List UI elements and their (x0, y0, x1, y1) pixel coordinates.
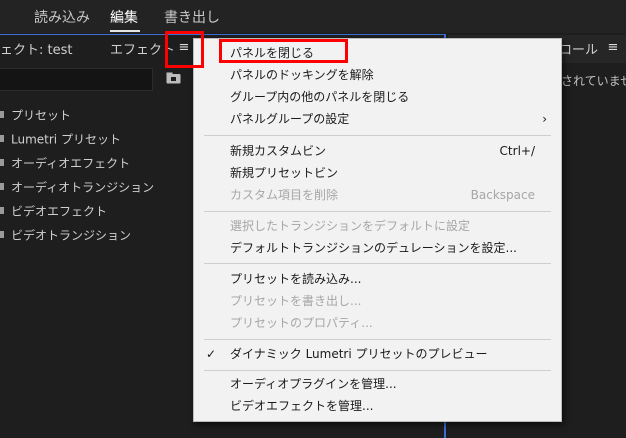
menu-item-set-default-transition-duration[interactable]: デフォルトトランジションのデュレーションを設定... (194, 237, 561, 259)
menu-separator (204, 339, 551, 340)
menu-item-export-presets: プリセットを書き出し... (230, 294, 362, 308)
menu-item-undock-panel[interactable]: パネルのドッキングを解除 (194, 64, 561, 86)
menu-item-new-preset-bin[interactable]: 新規プリセットビン (194, 162, 561, 184)
new-bin-icon[interactable] (166, 72, 181, 84)
menu-separator (204, 263, 551, 264)
menu-item-manage-video-effects[interactable]: ビデオエフェクトを管理... (194, 395, 561, 417)
right-panel-status: されていませ (561, 74, 626, 88)
menu-item-manage-audio-plugins[interactable]: オーディオプラグインを管理... (194, 373, 561, 395)
folder-icon (0, 111, 4, 118)
tab-export[interactable]: 書き出し (164, 7, 220, 27)
menu-item-panel-group-settings[interactable]: パネルグループの設定 › (194, 108, 561, 130)
menu-item-close-other-panels[interactable]: グループ内の他のパネルを閉じる (194, 86, 561, 108)
highlight-box-menu-button (165, 31, 204, 68)
folder-icon (0, 159, 4, 166)
tree-item-presets[interactable]: プリセット (0, 106, 71, 124)
panel-title: ェクト: test (0, 43, 73, 58)
tab-import[interactable]: 読み込み (34, 7, 90, 27)
right-panel-title[interactable]: ロール (559, 39, 598, 58)
shortcut-label: Ctrl+/ (499, 144, 535, 158)
active-tab-indicator (110, 30, 140, 32)
tree-item-lumetri-presets[interactable]: Lumetri プリセット (0, 130, 121, 148)
tree-item-audio-transitions[interactable]: オーディオトランジション (0, 178, 154, 196)
shortcut-label: Backspace (470, 188, 535, 202)
tree-item-audio-effects[interactable]: オーディオエフェクト (0, 154, 130, 172)
folder-icon (0, 183, 4, 190)
menu-item-preset-properties: プリセットのプロパティ... (230, 316, 373, 330)
menu-item-dynamic-lumetri-preview[interactable]: ✓ ダイナミック Lumetri プリセットのプレビュー (194, 343, 561, 365)
hamburger-icon: ≡ (607, 40, 619, 55)
checkmark-icon: ✓ (206, 347, 217, 361)
tree-item-video-effects[interactable]: ビデオエフェクト (0, 202, 107, 220)
right-panel-menu-button[interactable]: ≡ (604, 38, 622, 58)
workspace-tab-bar (0, 0, 626, 33)
highlight-box-close-panel (219, 39, 348, 63)
menu-item-delete-custom-item: カスタム項目を削除 Backspace (194, 184, 561, 206)
menu-item-import-presets[interactable]: プリセットを読み込み... (194, 268, 561, 290)
submenu-arrow-icon: › (542, 112, 547, 126)
menu-item-new-custom-bin[interactable]: 新規カスタムビン Ctrl+/ (194, 140, 561, 162)
panel-focus-border (0, 34, 446, 35)
menu-separator (204, 211, 551, 212)
effects-search-input[interactable] (0, 68, 153, 91)
menu-item-set-default-transition: 選択したトランジションをデフォルトに設定 (230, 219, 471, 233)
tab-edit[interactable]: 編集 (110, 7, 138, 27)
folder-icon (0, 207, 4, 214)
panel-context-menu: パネルを閉じる パネルのドッキングを解除 グループ内の他のパネルを閉じる パネル… (193, 38, 562, 422)
folder-icon (0, 135, 4, 142)
tree-item-video-transitions[interactable]: ビデオトランジション (0, 226, 131, 244)
menu-separator (204, 370, 551, 371)
folder-icon (0, 231, 4, 238)
menu-separator (204, 135, 551, 136)
